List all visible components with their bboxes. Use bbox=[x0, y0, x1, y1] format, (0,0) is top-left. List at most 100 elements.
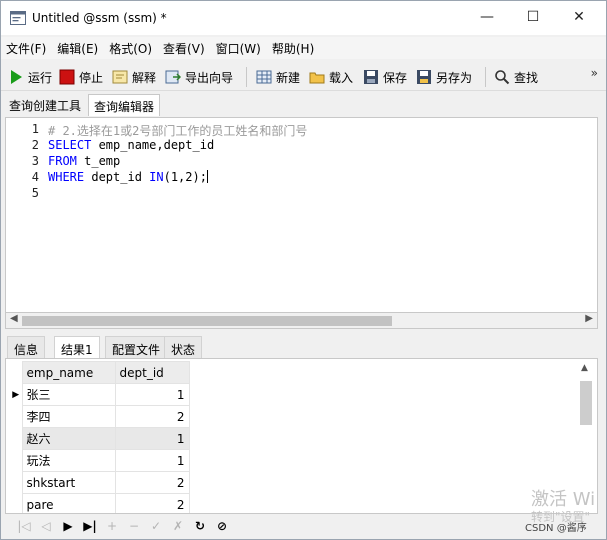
row-marker bbox=[10, 493, 22, 513]
tab-profile[interactable]: 配置文件 bbox=[105, 336, 168, 358]
next-record-icon[interactable]: ▶ bbox=[57, 519, 79, 533]
minimize-icon: — bbox=[480, 9, 494, 25]
toolbar-divider bbox=[485, 67, 486, 87]
tab-status[interactable]: 状态 bbox=[164, 336, 203, 358]
text-caret bbox=[206, 170, 208, 183]
row-marker bbox=[10, 471, 22, 494]
table-row[interactable]: 玩法 1 bbox=[10, 449, 190, 472]
new-label: 新建 bbox=[276, 70, 301, 85]
menu-file[interactable]: 文件(F) bbox=[6, 40, 46, 57]
code-line-where: WHERE dept_id IN(1,2); bbox=[48, 170, 208, 184]
table-row[interactable]: 赵六 1 bbox=[10, 427, 190, 450]
first-record-icon[interactable]: |◁ bbox=[13, 519, 35, 533]
menu-format[interactable]: 格式(O) bbox=[109, 40, 152, 57]
cell-emp-name[interactable]: 李四 bbox=[21, 405, 116, 428]
scroll-up-icon[interactable]: ▲ bbox=[581, 363, 588, 373]
save-button[interactable]: 保存 bbox=[363, 67, 407, 87]
stop-icon bbox=[59, 69, 75, 85]
close-button[interactable]: ✕ bbox=[556, 1, 602, 33]
result-table: emp_name dept_id ▶ 张三 1 李四 2 赵六 1 玩法 1 s… bbox=[10, 361, 190, 513]
tab-info[interactable]: 信息 bbox=[7, 336, 46, 358]
cell-dept-id[interactable]: 1 bbox=[114, 383, 190, 406]
line-number: 1 bbox=[31, 122, 39, 136]
save-as-icon bbox=[417, 70, 431, 84]
scroll-right-icon[interactable]: ▶ bbox=[585, 313, 593, 324]
export-icon bbox=[165, 70, 181, 84]
explain-label: 解释 bbox=[132, 70, 157, 85]
editor-horizontal-scrollbar[interactable]: ◀ ▶ bbox=[5, 313, 598, 329]
discard-changes-icon[interactable]: ✗ bbox=[167, 519, 189, 533]
new-grid-icon bbox=[256, 70, 272, 84]
table-row[interactable]: pare 2 bbox=[10, 493, 190, 513]
keyword-in: IN bbox=[149, 170, 164, 184]
menu-help[interactable]: 帮助(H) bbox=[272, 40, 314, 57]
navicat-query-window: Untitled @ssm (ssm) * — ☐ ✕ 文件(F) 编辑(E) … bbox=[0, 0, 607, 540]
line-number: 4 bbox=[31, 170, 39, 184]
stop-button[interactable]: 停止 bbox=[59, 67, 103, 87]
explain-button[interactable]: 解释 bbox=[112, 67, 156, 87]
load-label: 载入 bbox=[329, 70, 354, 85]
tab-query-builder[interactable]: 查询创建工具 bbox=[4, 94, 86, 116]
run-label: 运行 bbox=[28, 70, 53, 85]
last-record-icon[interactable]: ▶| bbox=[79, 519, 101, 533]
table-row[interactable]: ▶ 张三 1 bbox=[10, 383, 190, 406]
keyword-from: FROM bbox=[48, 154, 77, 168]
cell-dept-id[interactable]: 1 bbox=[114, 427, 190, 450]
where-column: dept_id bbox=[84, 170, 150, 184]
export-wizard-button[interactable]: 导出向导 bbox=[165, 67, 233, 87]
export-wizard-label: 导出向导 bbox=[185, 70, 234, 85]
menu-view[interactable]: 查看(V) bbox=[163, 40, 205, 57]
result-grid: emp_name dept_id ▶ 张三 1 李四 2 赵六 1 玩法 1 s… bbox=[5, 358, 598, 514]
tab-query-editor[interactable]: 查询编辑器 bbox=[88, 94, 161, 116]
menu-edit[interactable]: 编辑(E) bbox=[57, 40, 98, 57]
cell-emp-name[interactable]: 张三 bbox=[21, 383, 116, 406]
cell-emp-name[interactable]: 玩法 bbox=[21, 449, 116, 472]
scrollbar-thumb[interactable] bbox=[22, 316, 392, 326]
new-button[interactable]: 新建 bbox=[256, 67, 300, 87]
title-bar: Untitled @ssm (ssm) * — ☐ ✕ bbox=[1, 1, 606, 35]
row-marker bbox=[10, 449, 22, 472]
find-button[interactable]: 查找 bbox=[494, 67, 538, 87]
save-label: 保存 bbox=[383, 70, 408, 85]
stop-refresh-icon[interactable]: ⊘ bbox=[211, 519, 233, 533]
maximize-button[interactable]: ☐ bbox=[510, 1, 556, 33]
table-row[interactable]: shkstart 2 bbox=[10, 471, 190, 494]
save-as-label: 另存为 bbox=[436, 70, 473, 85]
minimize-button[interactable]: — bbox=[464, 1, 510, 33]
cell-dept-id[interactable]: 2 bbox=[114, 405, 190, 428]
current-row-marker-icon: ▶ bbox=[10, 383, 22, 406]
toolbar-overflow-icon[interactable]: » bbox=[591, 66, 598, 80]
menu-window[interactable]: 窗口(W) bbox=[216, 40, 261, 57]
keyword-select: SELECT bbox=[48, 138, 92, 152]
line-number-gutter: 1 2 3 4 5 bbox=[6, 118, 46, 312]
result-tabs: 信息 结果1 配置文件 状态 bbox=[5, 334, 598, 358]
column-header-emp-name[interactable]: emp_name bbox=[21, 361, 116, 384]
code-line-from: FROM t_emp bbox=[48, 154, 120, 168]
run-button[interactable]: 运行 bbox=[8, 67, 52, 87]
add-record-icon[interactable]: + bbox=[101, 519, 123, 533]
cell-emp-name[interactable]: pare bbox=[21, 493, 116, 513]
tab-result-1[interactable]: 结果1 bbox=[54, 336, 100, 358]
scroll-left-icon[interactable]: ◀ bbox=[10, 313, 18, 324]
sql-editor[interactable]: 1 2 3 4 5 # 2.选择在1或2号部门工作的员工姓名和部门号 SELEC… bbox=[5, 117, 598, 313]
column-header-dept-id[interactable]: dept_id bbox=[114, 361, 190, 384]
cell-dept-id[interactable]: 1 bbox=[114, 449, 190, 472]
close-icon: ✕ bbox=[573, 9, 585, 25]
cell-emp-name[interactable]: 赵六 bbox=[21, 427, 116, 450]
table-row[interactable]: 李四 2 bbox=[10, 405, 190, 428]
previous-record-icon[interactable]: ◁ bbox=[35, 519, 57, 533]
cell-dept-id[interactable]: 2 bbox=[114, 493, 190, 513]
csdn-credit: CSDN @酱序 bbox=[525, 523, 587, 534]
apply-changes-icon[interactable]: ✓ bbox=[145, 519, 167, 533]
refresh-icon[interactable]: ↻ bbox=[189, 519, 211, 533]
save-as-button[interactable]: 另存为 bbox=[416, 67, 472, 87]
scrollbar-thumb[interactable] bbox=[580, 381, 592, 425]
editor-mode-tabs: 查询创建工具 查询编辑器 bbox=[1, 92, 606, 116]
search-icon bbox=[495, 70, 510, 85]
delete-record-icon[interactable]: − bbox=[123, 519, 145, 533]
cell-emp-name[interactable]: shkstart bbox=[21, 471, 116, 494]
cell-dept-id[interactable]: 2 bbox=[114, 471, 190, 494]
toolbar-divider bbox=[246, 67, 247, 87]
load-button[interactable]: 载入 bbox=[309, 67, 353, 87]
row-marker-header bbox=[10, 361, 22, 384]
